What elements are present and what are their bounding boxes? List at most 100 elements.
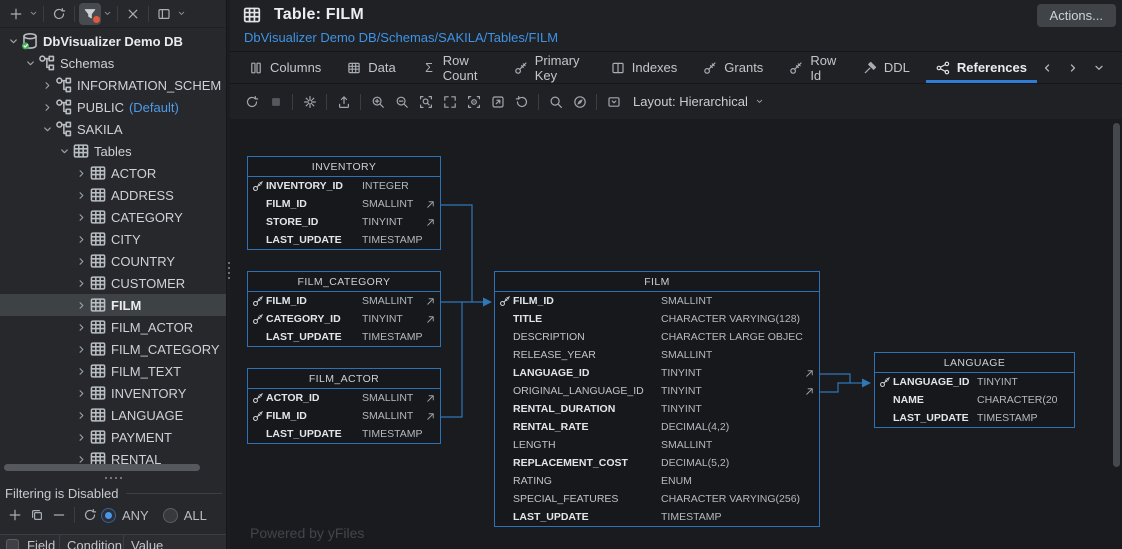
diagram-table-inventory[interactable]: INVENTORYINVENTORY_IDINTEGERFILM_IDSMALL… [247, 156, 441, 250]
tree-item-sakila[interactable]: SAKILA [0, 118, 226, 140]
tab-references[interactable]: References [923, 52, 1040, 83]
chevron-down-icon[interactable] [175, 3, 187, 25]
diagram-vertical-scrollbar[interactable] [1113, 123, 1120, 467]
tab-row-count[interactable]: ΣRow Count [409, 52, 501, 83]
tab-columns[interactable]: Columns [236, 52, 334, 83]
chevron-right-icon[interactable] [39, 99, 55, 115]
open-in-window-button[interactable] [486, 90, 509, 113]
previous-tab-button[interactable] [1040, 61, 1054, 75]
next-tab-button[interactable] [1066, 61, 1080, 75]
diagram-table-title: FILM_CATEGORY [248, 272, 440, 292]
tab-primary-key[interactable]: Primary Key [501, 52, 598, 83]
filter-enable-checkbox[interactable] [6, 539, 19, 549]
chevron-right-icon[interactable] [73, 209, 89, 225]
export-graph-button[interactable] [332, 90, 355, 113]
tree-item-customer[interactable]: CUSTOMER [0, 272, 226, 294]
references-diagram-canvas[interactable]: Powered by yFiles INVENTORYINVENTORY_IDI… [230, 119, 1122, 549]
tree-item-country[interactable]: COUNTRY [0, 250, 226, 272]
tree-item-payment[interactable]: PAYMENT [0, 426, 226, 448]
tab-row-id[interactable]: Row Id [776, 52, 850, 83]
search-graph-button[interactable] [544, 90, 567, 113]
chevron-right-icon[interactable] [73, 363, 89, 379]
chevron-right-icon[interactable] [73, 429, 89, 445]
chevron-down-icon[interactable] [27, 3, 39, 25]
tab-nav [1040, 52, 1116, 83]
chevron-right-icon[interactable] [73, 253, 89, 269]
toolbar-divider [360, 94, 361, 110]
overview-button[interactable] [462, 90, 485, 113]
chevron-right-icon[interactable] [73, 187, 89, 203]
filter-objects-button[interactable] [79, 3, 101, 25]
page-title: Table: FILM [274, 6, 364, 24]
redo-layout-button[interactable] [510, 90, 533, 113]
tree-item-actor[interactable]: ACTOR [0, 162, 226, 184]
breadcrumb[interactable]: DbVisualizer Demo DB/Schemas/SAKILA/Tabl… [230, 28, 1122, 52]
table-icon [89, 231, 107, 247]
column-type: TINYINT [661, 403, 803, 415]
match-any-radio[interactable] [101, 508, 116, 523]
chevron-down-icon[interactable] [5, 33, 21, 49]
diagram-table-film-category[interactable]: FILM_CATEGORYFILM_IDSMALLINTCATEGORY_IDT… [247, 271, 441, 347]
match-all-label[interactable]: ALL [184, 508, 207, 523]
key-icon [703, 61, 717, 75]
remove-filter-button[interactable] [48, 504, 70, 526]
chevron-right-icon[interactable] [73, 231, 89, 247]
create-connection-button[interactable] [5, 3, 27, 25]
tree-item-information-schem[interactable]: INFORMATION_SCHEM [0, 74, 226, 96]
tree-item-film[interactable]: FILM [0, 294, 226, 316]
tree-item-film-text[interactable]: FILM_TEXT [0, 360, 226, 382]
collapse-toolbar-button[interactable] [602, 90, 625, 113]
collapse-all-button[interactable] [122, 3, 144, 25]
tree-item-inventory[interactable]: INVENTORY [0, 382, 226, 404]
diagram-table-film-actor[interactable]: FILM_ACTORACTOR_IDSMALLINTFILM_IDSMALLIN… [247, 368, 441, 444]
tree-horizontal-scrollbar[interactable] [4, 464, 200, 471]
tree-item-schemas[interactable]: Schemas [0, 52, 226, 74]
chevron-down-icon[interactable] [101, 3, 113, 25]
toolbar-divider [326, 94, 327, 110]
tab-grants[interactable]: Grants [690, 52, 776, 83]
zoom-selection-button[interactable] [414, 90, 437, 113]
refresh-objects-button[interactable] [48, 3, 70, 25]
refresh-graph-button[interactable] [240, 90, 263, 113]
tab-indexes[interactable]: Indexes [598, 52, 691, 83]
settings-button[interactable] [298, 90, 321, 113]
tree-item-film-actor[interactable]: FILM_ACTOR [0, 316, 226, 338]
chevron-right-icon[interactable] [73, 385, 89, 401]
chevron-right-icon[interactable] [73, 341, 89, 357]
duplicate-filter-button[interactable] [26, 504, 48, 526]
tree-item-film-category[interactable]: FILM_CATEGORY [0, 338, 226, 360]
diagram-table-film[interactable]: FILMFILM_IDSMALLINTTITLECHARACTER VARYIN… [494, 271, 820, 527]
chevron-down-icon[interactable] [39, 121, 55, 137]
chevron-right-icon[interactable] [73, 275, 89, 291]
tab-data[interactable]: Data [334, 52, 408, 83]
chevron-right-icon[interactable] [73, 297, 89, 313]
tree-item-category[interactable]: CATEGORY [0, 206, 226, 228]
panel-resize-handle[interactable] [0, 474, 226, 482]
match-any-label[interactable]: ANY [122, 508, 149, 523]
zoom-out-button[interactable] [390, 90, 413, 113]
tree-item-city[interactable]: CITY [0, 228, 226, 250]
reload-filters-button[interactable] [79, 504, 101, 526]
diagram-table-language[interactable]: LANGUAGELANGUAGE_IDTINYINTNAMECHARACTER(… [874, 352, 1075, 428]
tree-item-tables[interactable]: Tables [0, 140, 226, 162]
layout-selector[interactable]: Layout: Hierarchical [633, 91, 766, 113]
toggle-panels-button[interactable] [153, 3, 175, 25]
fit-to-window-button[interactable] [438, 90, 461, 113]
chevron-right-icon[interactable] [73, 319, 89, 335]
tab-list-button[interactable] [1092, 61, 1106, 75]
chevron-down-icon[interactable] [22, 55, 38, 71]
tree-item-public[interactable]: PUBLIC(Default) [0, 96, 226, 118]
chevron-down-icon[interactable] [56, 143, 72, 159]
tree-item-dbvisualizer-demo-db[interactable]: DbVisualizer Demo DB [0, 30, 226, 52]
chevron-right-icon[interactable] [39, 77, 55, 93]
tree-item-language[interactable]: LANGUAGE [0, 404, 226, 426]
chevron-right-icon[interactable] [73, 407, 89, 423]
navigate-button[interactable] [568, 90, 591, 113]
add-filter-button[interactable] [4, 504, 26, 526]
tree-item-address[interactable]: ADDRESS [0, 184, 226, 206]
match-all-radio[interactable] [163, 508, 178, 523]
chevron-right-icon[interactable] [73, 165, 89, 181]
tab-ddl[interactable]: DDL [850, 52, 923, 83]
actions-button[interactable]: Actions... [1037, 4, 1116, 27]
zoom-in-button[interactable] [366, 90, 389, 113]
